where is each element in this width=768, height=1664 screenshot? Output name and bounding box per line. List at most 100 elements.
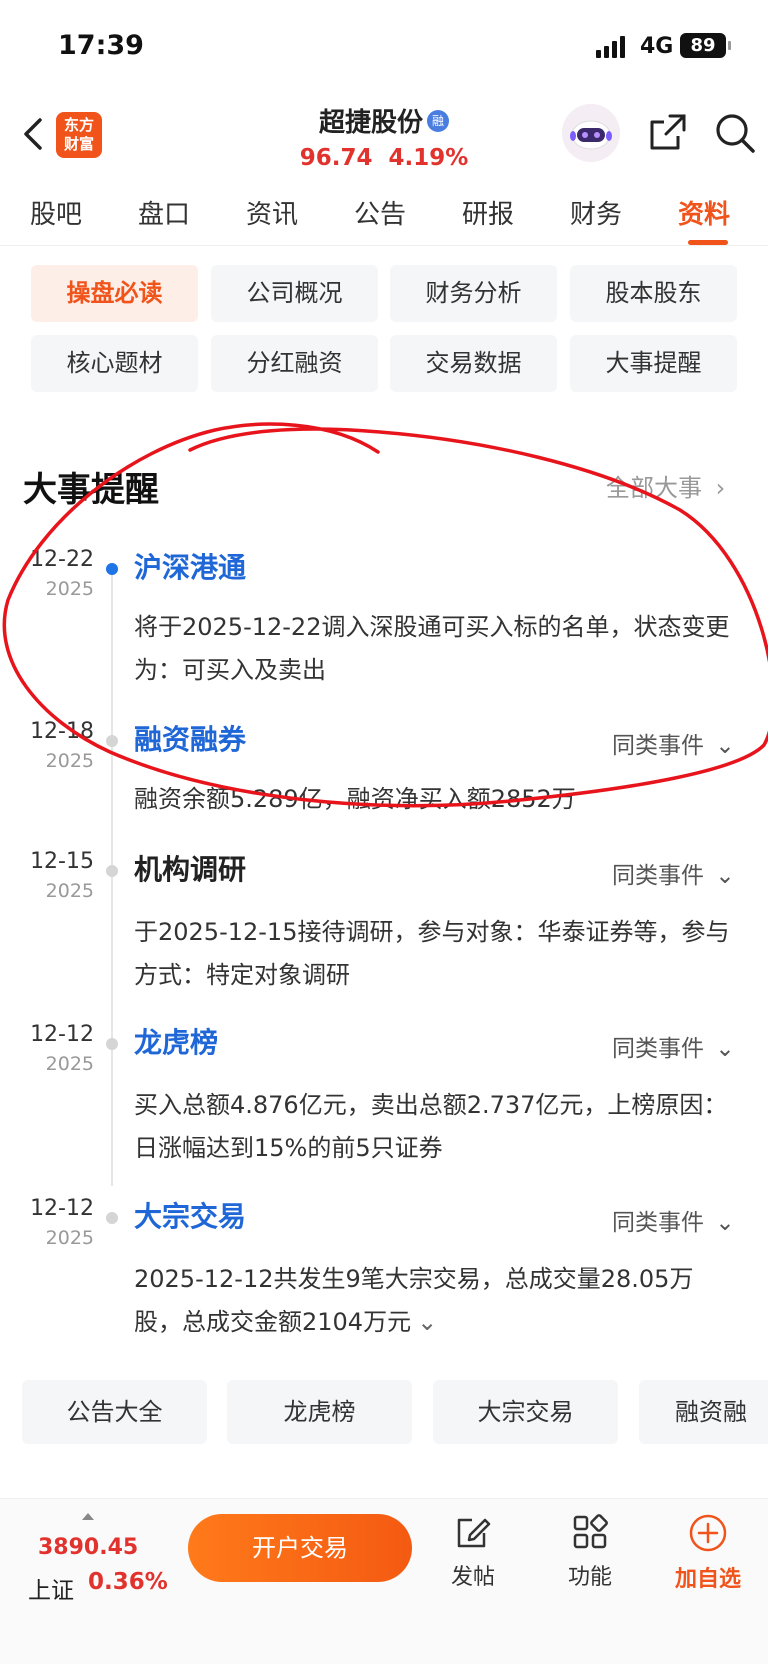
timeline-line [111, 568, 113, 1186]
timeline-dot [106, 1038, 118, 1050]
post-button[interactable]: 发帖 [428, 1513, 518, 1591]
event-title[interactable]: 龙虎榜 [134, 1021, 218, 1061]
timeline-dot [106, 865, 118, 877]
open-account-trade-button[interactable]: 开户交易 [188, 1514, 412, 1582]
similar-events-toggle[interactable]: 同类事件 ⌄ [612, 856, 735, 890]
caret-up-icon[interactable] [82, 1513, 94, 1520]
similar-events-toggle[interactable]: 同类事件 ⌄ [612, 726, 735, 760]
app-logo[interactable]: 东方 财富 [56, 112, 102, 158]
bottom-bar: 3890.45 上证 0.36% 开户交易 发帖 功能 加自选 [0, 1498, 768, 1664]
section-title: 大事提醒 [23, 470, 159, 510]
functions-label: 功能 [567, 1565, 612, 1590]
chevron-down-icon: ⌄ [715, 733, 735, 759]
signal-icon [596, 36, 625, 58]
event-desc: 将于2025-12-22调入深股通可买入标的名单，状态变更为：可买入及卖出 [134, 613, 730, 684]
chip-trade-data[interactable]: 交易数据 [390, 335, 557, 392]
chip-shareholders[interactable]: 股本股东 [570, 265, 737, 322]
event-title[interactable]: 沪深港通 [134, 546, 246, 586]
stock-quote: 96.74 4.19% [250, 145, 518, 171]
quick-link-announcements[interactable]: 公告大全 [22, 1380, 207, 1444]
similar-events-toggle[interactable]: 同类事件 ⌄ [612, 1203, 735, 1237]
chip-major-events[interactable]: 大事提醒 [570, 335, 737, 392]
event-title[interactable]: 融资融券 [134, 718, 246, 758]
tab-pankou[interactable]: 盘口 [138, 194, 190, 231]
similar-events-label: 同类事件 [612, 863, 704, 889]
tab-research[interactable]: 研报 [462, 194, 514, 231]
index-name[interactable]: 上证 [28, 1571, 74, 1605]
ai-assistant-icon[interactable] [562, 104, 620, 162]
quick-link-block-trade[interactable]: 大宗交易 [433, 1380, 618, 1444]
chevron-right-icon: › [715, 474, 726, 502]
battery-icon: 89 [680, 33, 731, 58]
margin-badge-icon: 融 [427, 109, 449, 132]
add-watchlist-button[interactable]: 加自选 [663, 1513, 753, 1593]
expand-chevron-icon[interactable]: ⌄ [417, 1308, 437, 1336]
stock-header: 东方 财富 超捷股份融 96.74 4.19% [0, 100, 768, 180]
similar-events-label: 同类事件 [612, 733, 704, 759]
status-bar: 17:39 4G 89 [0, 0, 768, 100]
event-year: 2025 [45, 1227, 94, 1249]
event-year: 2025 [45, 750, 94, 772]
tab-announcements[interactable]: 公告 [354, 194, 406, 231]
search-icon[interactable] [714, 112, 756, 154]
all-events-label: 全部大事 [606, 474, 702, 502]
event-desc: 于2025-12-15接待调研，参与对象：华泰证券等，参与方式：特定对象调研 [134, 918, 730, 989]
event-desc: 融资余额5.289亿，融资净买入额2852万 [134, 785, 576, 813]
event-date: 12-12 [30, 1022, 94, 1047]
event-year: 2025 [45, 880, 94, 902]
edit-icon [457, 1518, 491, 1548]
event-title: 机构调研 [134, 853, 247, 886]
event-title[interactable]: 大宗交易 [134, 1195, 246, 1235]
event-year: 2025 [45, 578, 94, 600]
stock-tabs: 股吧 盘口 资讯 公告 研报 财务 资料 [0, 180, 768, 246]
chip-must-read[interactable]: 操盘必读 [31, 265, 198, 322]
similar-events-toggle[interactable]: 同类事件 ⌄ [612, 1029, 735, 1063]
back-arrow-icon[interactable] [18, 114, 48, 154]
event-date: 12-15 [30, 849, 94, 874]
logo-text-2: 财富 [63, 135, 94, 153]
all-events-link[interactable]: 全部大事 › [606, 468, 725, 503]
tab-finance[interactable]: 财务 [570, 194, 622, 231]
chevron-down-icon: ⌄ [715, 1036, 735, 1062]
event-desc[interactable]: 2025-12-12共发生9笔大宗交易，总成交量28.05万股，总成交金额210… [134, 1258, 734, 1344]
tab-profile[interactable]: 资料 [678, 194, 730, 231]
similar-events-label: 同类事件 [612, 1036, 704, 1062]
chip-core-themes[interactable]: 核心题材 [31, 335, 198, 392]
stock-price: 96.74 [299, 145, 373, 171]
logo-text-1: 东方 [63, 116, 94, 134]
add-watchlist-label: 加自选 [674, 1567, 741, 1592]
app-screen: 17:39 4G 89 东方 财富 超捷股份融 96.74 4.19% 股吧 盘… [0, 0, 768, 1664]
event-desc: 买入总额4.876亿元，卖出总额2.737亿元，上榜原因：日涨幅达到15%的前5… [134, 1091, 728, 1162]
chip-financial-analysis[interactable]: 财务分析 [390, 265, 557, 322]
status-time: 17:39 [58, 30, 144, 61]
quick-link-margin[interactable]: 融资融 [639, 1380, 768, 1444]
functions-button[interactable]: 功能 [545, 1513, 635, 1591]
network-type: 4G [640, 34, 674, 59]
stock-change: 4.19% [388, 145, 469, 171]
quick-link-dragon-tiger[interactable]: 龙虎榜 [227, 1380, 412, 1444]
chevron-down-icon: ⌄ [715, 1210, 735, 1236]
timeline-dot [106, 563, 118, 575]
event-date: 12-22 [30, 547, 94, 572]
event-date: 12-12 [30, 1196, 94, 1221]
timeline-dot [106, 1212, 118, 1224]
chevron-down-icon: ⌄ [715, 863, 735, 889]
active-tab-indicator [688, 240, 728, 245]
event-year: 2025 [45, 1053, 94, 1075]
share-icon[interactable] [648, 112, 688, 152]
chip-dividends[interactable]: 分红融资 [211, 335, 378, 392]
tab-guba[interactable]: 股吧 [30, 194, 82, 231]
stock-name: 超捷股份 [318, 108, 423, 138]
grid-icon [573, 1514, 608, 1549]
stock-title-block[interactable]: 超捷股份融 96.74 4.19% [250, 102, 518, 171]
post-label: 发帖 [450, 1565, 495, 1590]
chip-company-overview[interactable]: 公司概况 [211, 265, 378, 322]
similar-events-label: 同类事件 [612, 1210, 704, 1236]
plus-circle-icon [689, 1514, 727, 1552]
index-change[interactable]: 0.36% [88, 1569, 168, 1595]
event-desc-text: 2025-12-12共发生9笔大宗交易，总成交量28.05万股，总成交金额210… [134, 1265, 694, 1336]
quick-links: 公告大全 龙虎榜 大宗交易 融资融 [0, 1380, 768, 1444]
event-date: 12-18 [30, 719, 94, 744]
index-value[interactable]: 3890.45 [38, 1535, 138, 1560]
tab-news[interactable]: 资讯 [246, 194, 298, 231]
